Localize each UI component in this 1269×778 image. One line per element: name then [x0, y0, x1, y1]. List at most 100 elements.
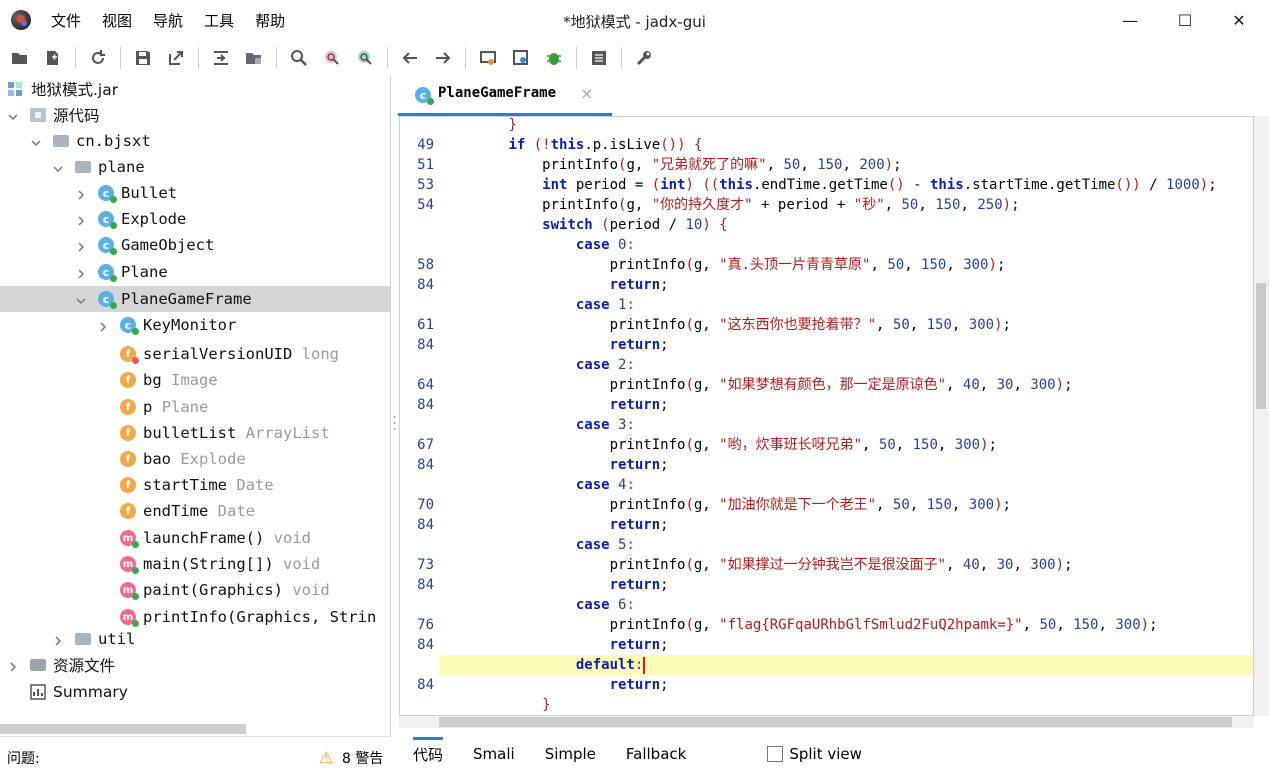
tab-fallback[interactable]: Fallback	[626, 745, 686, 763]
tree-node-summary[interactable]: Summary	[0, 679, 390, 705]
tree-horizontal-scrollbar[interactable]	[0, 724, 246, 734]
chevron-right-icon[interactable]	[75, 239, 87, 252]
menu-tools[interactable]: 工具	[204, 10, 234, 31]
code-line[interactable]: }	[400, 117, 1253, 135]
chevron-right-icon[interactable]	[7, 659, 19, 672]
code-line[interactable]: case 4:	[400, 475, 1253, 495]
code-line[interactable]: 54 printInfo(g, "你的持久度才" + period + "秒",…	[400, 195, 1253, 215]
code-line[interactable]: 49 if (!this.p.isLive()) {	[400, 135, 1253, 155]
code-line[interactable]: case 2:	[400, 355, 1253, 375]
tree-node-method[interactable]: m main(String[]) void	[0, 551, 390, 577]
forward-arrow-icon[interactable]	[432, 48, 453, 69]
code-line[interactable]: switch (period / 10) {	[400, 215, 1253, 235]
tree-node-package-util[interactable]: util	[0, 626, 390, 652]
tree-node-class[interactable]: c Plane	[0, 259, 390, 285]
code-line[interactable]: 64 printInfo(g, "如果梦想有颜色，那一定是原谅色", 40, 3…	[400, 375, 1253, 395]
tree-node-field[interactable]: f bulletList ArrayList	[0, 420, 390, 446]
editor-vertical-scroll-thumb[interactable]	[1256, 283, 1266, 409]
tree-node-field[interactable]: f startTime Date	[0, 472, 390, 498]
tree-node-field[interactable]: f endTime Date	[0, 498, 390, 524]
code-line[interactable]: 73 printInfo(g, "如果撑过一分钟我岂不是很没面子", 40, 3…	[400, 555, 1253, 575]
code-line[interactable]: 84 return;	[400, 395, 1253, 415]
chevron-right-icon[interactable]	[97, 319, 109, 332]
decompile-settings-icon[interactable]	[477, 48, 498, 69]
back-arrow-icon[interactable]	[399, 48, 420, 69]
find-usage-icon[interactable]	[354, 48, 375, 69]
tree-node-class[interactable]: c Bullet	[0, 180, 390, 206]
splitter-handle[interactable]	[392, 414, 397, 432]
code-line[interactable]: }	[400, 695, 1253, 715]
tree-node-field[interactable]: f bao Explode	[0, 446, 390, 472]
chevron-down-icon[interactable]	[52, 161, 64, 173]
open-file-icon[interactable]	[9, 48, 30, 69]
chevron-down-icon[interactable]	[7, 109, 19, 121]
code-line[interactable]: 84 return;	[400, 275, 1253, 295]
code-line[interactable]: 84 return;	[400, 675, 1253, 695]
menu-help[interactable]: 帮助	[255, 10, 285, 31]
chevron-right-icon[interactable]	[75, 187, 87, 200]
export-icon[interactable]	[165, 48, 186, 69]
tree-node-field[interactable]: f p Plane	[0, 394, 390, 420]
find-class-icon[interactable]	[321, 48, 342, 69]
code-line[interactable]: 84 return;	[400, 455, 1253, 475]
code-line[interactable]: case 0:	[400, 235, 1253, 255]
tab-smali[interactable]: Smali	[473, 745, 515, 763]
code-line[interactable]: 67 printInfo(g, "哟，炊事班长呀兄弟", 50, 150, 30…	[400, 435, 1253, 455]
split-view-checkbox[interactable]	[767, 746, 784, 762]
maximize-button[interactable]: ☐	[1169, 4, 1201, 36]
minimize-button[interactable]: —	[1114, 4, 1146, 36]
tree-node-class-selected[interactable]: c PlaneGameFrame	[0, 286, 390, 312]
menu-navigation[interactable]: 导航	[153, 10, 183, 31]
tree-node-method[interactable]: m paint(Graphics) void	[0, 577, 390, 603]
tree-node-method[interactable]: m launchFrame() void	[0, 525, 390, 551]
code-line[interactable]: 58 printInfo(g, "真.头顶一片青青草原", 50, 150, 3…	[400, 255, 1253, 275]
sync-icon[interactable]	[87, 48, 108, 69]
tree-node-inner-class[interactable]: c KeyMonitor	[0, 312, 390, 338]
warnings-count[interactable]: 8 警告	[342, 748, 383, 768]
tree-node-resources[interactable]: 资源文件	[0, 652, 390, 678]
code-line[interactable]: 84 return;	[400, 575, 1253, 595]
code-line[interactable]: default:	[400, 655, 1253, 675]
debug-bug-icon[interactable]	[543, 48, 564, 69]
menu-file[interactable]: 文件	[51, 10, 81, 31]
code-line[interactable]: 51 printInfo(g, "兄弟就死了的嘛", 50, 150, 200)…	[400, 155, 1253, 175]
code-line[interactable]: 76 printInfo(g, "flag{RGFqaURhbGlfSmlud2…	[400, 615, 1253, 635]
editor-vertical-scrollbar[interactable]	[1254, 116, 1269, 716]
menu-view[interactable]: 视图	[102, 10, 132, 31]
preferences-wrench-icon[interactable]	[633, 48, 654, 69]
close-window-button[interactable]: ✕	[1223, 4, 1255, 36]
search-icon[interactable]	[288, 48, 309, 69]
code-line[interactable]: 84 return;	[400, 335, 1253, 355]
code-line[interactable]: 84 return;	[400, 515, 1253, 535]
tree-node-jar[interactable]: 地狱模式.jar	[0, 76, 390, 102]
chevron-right-icon[interactable]	[75, 266, 87, 279]
code-line[interactable]: 61 printInfo(g, "这东西你也要抢着带？", 50, 150, 3…	[400, 315, 1253, 335]
code-line[interactable]: case 5:	[400, 535, 1253, 555]
tree-node-class[interactable]: c GameObject	[0, 232, 390, 258]
code-line[interactable]: 53 int period = (int) ((this.endTime.get…	[400, 175, 1253, 195]
close-tab-icon[interactable]: ×	[580, 84, 593, 103]
tree-node-sources[interactable]: 源代码	[0, 102, 390, 128]
tree-node-package-plane[interactable]: plane	[0, 154, 390, 180]
tree-node-package-cn-bjsxt[interactable]: cn.bjsxt	[0, 128, 390, 154]
tab-planegameframe[interactable]: c PlaneGameFrame ×	[398, 76, 612, 116]
tree-node-class[interactable]: c Explode	[0, 206, 390, 232]
chevron-down-icon[interactable]	[30, 135, 42, 147]
tab-code[interactable]: 代码	[413, 736, 444, 765]
code-line[interactable]: case 1:	[400, 295, 1253, 315]
deobfuscation-icon[interactable]	[510, 48, 531, 69]
tab-simple[interactable]: Simple	[545, 745, 596, 763]
chevron-right-icon[interactable]	[75, 213, 87, 226]
code-line[interactable]: case 3:	[400, 415, 1253, 435]
expand-tree-icon[interactable]	[210, 48, 231, 69]
code-line[interactable]: case 6:	[400, 595, 1253, 615]
add-files-icon[interactable]	[42, 48, 63, 69]
chevron-right-icon[interactable]	[52, 633, 64, 646]
code-editor[interactable]: } 49 if (!this.p.isLive()) {51 printInfo(…	[399, 116, 1254, 716]
code-line[interactable]: 84 return;	[400, 635, 1253, 655]
editor-horizontal-scroll-thumb[interactable]	[439, 717, 1232, 727]
code-line[interactable]: 70 printInfo(g, "加油你就是下一个老王", 50, 150, 3…	[400, 495, 1253, 515]
log-viewer-icon[interactable]	[588, 48, 609, 69]
sync-tree-icon[interactable]	[243, 48, 264, 69]
save-all-icon[interactable]	[132, 48, 153, 69]
